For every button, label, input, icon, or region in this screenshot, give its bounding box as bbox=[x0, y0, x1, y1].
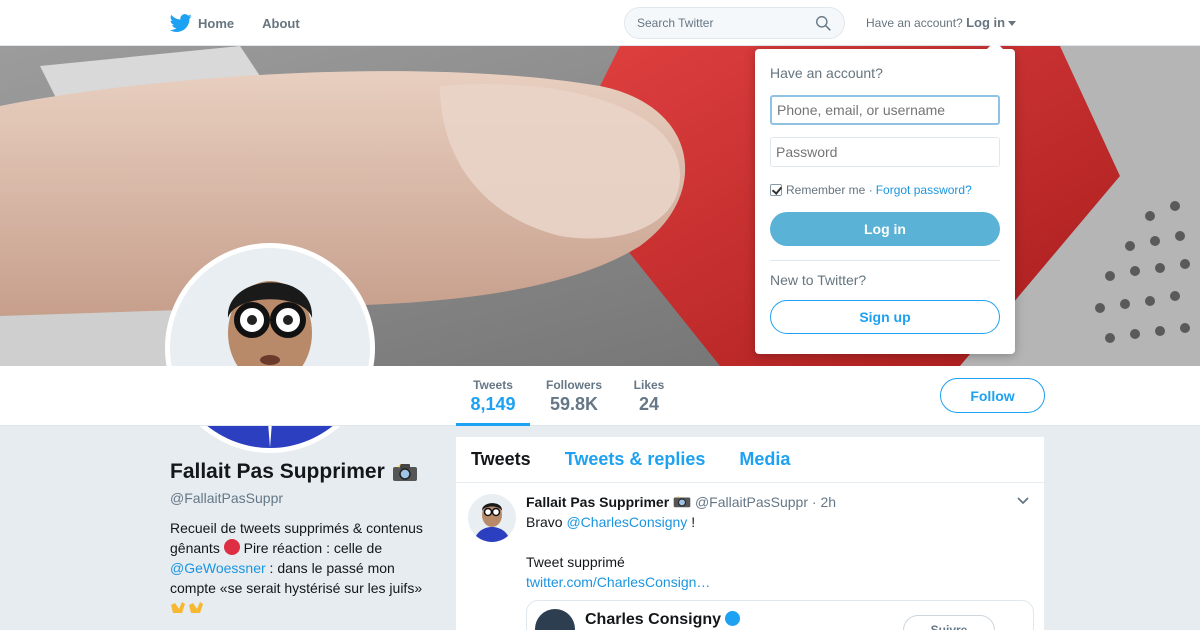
quoted-follow-button[interactable]: Suivre bbox=[903, 615, 995, 630]
search-input[interactable]: Search Twitter bbox=[624, 7, 845, 39]
stat-value: 24 bbox=[638, 394, 660, 414]
stat-value: 59.8K bbox=[549, 394, 599, 414]
home-label: Home bbox=[198, 15, 235, 31]
tweet-author-name[interactable]: Fallait Pas Supprimer bbox=[526, 494, 669, 510]
tweet-timestamp[interactable]: · 2h bbox=[812, 494, 836, 510]
tweet-body: Fallait Pas Supprimer @FallaitPasSuppr ·… bbox=[526, 492, 1026, 592]
tweet-mention[interactable]: @CharlesConsigny bbox=[566, 514, 687, 530]
bio-mention[interactable]: @GeWoessner bbox=[170, 560, 266, 576]
nav-left: Home About bbox=[170, 0, 328, 46]
new-to-twitter-label: New to Twitter? bbox=[770, 272, 867, 288]
profile-handle[interactable]: @FallaitPasSuppr bbox=[170, 490, 440, 506]
tweet-text-prefix: Bravo bbox=[526, 514, 563, 530]
remember-me-label[interactable]: Remember me bbox=[786, 183, 865, 197]
camera-flash-icon bbox=[673, 494, 691, 508]
separator-dot: · bbox=[868, 183, 873, 197]
verified-badge-icon bbox=[725, 611, 741, 626]
chevron-down-icon bbox=[1008, 21, 1017, 27]
tweet-text-line2: Tweet supprimé bbox=[526, 554, 625, 570]
stat-followers[interactable]: Followers 59.8K bbox=[540, 366, 608, 426]
tweet-text-line1: Bravo @CharlesConsigny ! bbox=[526, 512, 1026, 532]
stat-value: 8,149 bbox=[470, 394, 516, 414]
timeline: Tweets Tweets & replies Media Fallait Pa… bbox=[456, 437, 1044, 630]
tweet-avatar-image bbox=[468, 494, 516, 542]
quoted-author-avatar bbox=[535, 609, 575, 630]
profile-navigation: Tweets 8,149 Followers 59.8K Likes 24 Fo… bbox=[0, 366, 1200, 426]
twitter-bird-icon bbox=[170, 14, 192, 32]
tweet-author-avatar[interactable] bbox=[468, 494, 516, 542]
login-link[interactable]: Log in bbox=[966, 15, 1005, 30]
stat-tweets[interactable]: Tweets 8,149 bbox=[456, 366, 530, 426]
remember-me-checkbox[interactable] bbox=[770, 184, 782, 196]
quoted-tweet-card[interactable]: Charles Consigny Suivre bbox=[526, 600, 1034, 630]
red-circle-icon bbox=[223, 539, 240, 555]
top-navigation-bar: Home About Search Twitter Have an accoun… bbox=[0, 0, 1200, 46]
about-link[interactable]: About bbox=[262, 16, 300, 31]
clapping-hands-icon bbox=[171, 602, 185, 613]
quoted-author-name: Charles Consigny bbox=[585, 611, 722, 628]
password-field[interactable] bbox=[770, 137, 1000, 167]
username-field[interactable] bbox=[770, 95, 1000, 125]
tab-tweets[interactable]: Tweets bbox=[471, 449, 531, 470]
remember-row: Remember me · Forgot password? bbox=[770, 183, 972, 197]
profile-name: Fallait Pas Supprimer bbox=[170, 460, 385, 483]
stat-label: Followers bbox=[545, 378, 602, 392]
tweet-header: Fallait Pas Supprimer @FallaitPasSuppr ·… bbox=[526, 492, 1026, 512]
tweet-text-suffix: ! bbox=[691, 514, 696, 530]
dropdown-title: Have an account? bbox=[770, 65, 883, 81]
stat-label: Tweets bbox=[473, 378, 513, 392]
tab-media[interactable]: Media bbox=[739, 449, 790, 470]
tweet-author-handle[interactable]: @FallaitPasSuppr bbox=[695, 494, 808, 510]
tab-tweets-replies[interactable]: Tweets & replies bbox=[565, 449, 706, 470]
dropdown-divider bbox=[770, 260, 1000, 261]
stat-label: Likes bbox=[633, 378, 665, 392]
search-icon[interactable] bbox=[815, 15, 832, 32]
login-dropdown: Have an account? Remember me · Forgot pa… bbox=[755, 41, 1015, 354]
login-button[interactable]: Log in bbox=[770, 212, 1000, 246]
have-account-text: Have an account? bbox=[866, 16, 963, 30]
stat-likes[interactable]: Likes 24 bbox=[628, 366, 670, 426]
home-link[interactable]: Home bbox=[170, 12, 234, 34]
dropdown-arrow bbox=[987, 41, 1003, 49]
tweet-spacer bbox=[526, 532, 1026, 552]
profile-info: Fallait Pas Supprimer @FallaitPasSuppr R… bbox=[170, 460, 440, 618]
camera-flash-icon bbox=[392, 462, 417, 481]
quoted-author-row: Charles Consigny bbox=[585, 611, 741, 629]
profile-name-row: Fallait Pas Supprimer bbox=[170, 460, 440, 484]
signup-button[interactable]: Sign up bbox=[770, 300, 1000, 334]
chevron-down-icon[interactable] bbox=[1016, 494, 1030, 508]
clapping-hands-icon bbox=[189, 602, 203, 613]
profile-bio: Recueil de tweets supprimés & contenus g… bbox=[170, 518, 440, 618]
bio-text-2: Pire réaction : celle de bbox=[243, 540, 383, 556]
search-placeholder: Search Twitter bbox=[637, 16, 714, 30]
follow-button[interactable]: Follow bbox=[940, 378, 1045, 413]
forgot-password-link[interactable]: Forgot password? bbox=[876, 183, 972, 197]
tweet-link[interactable]: twitter.com/CharlesConsign… bbox=[526, 572, 1026, 592]
have-account-login[interactable]: Have an account? Log in bbox=[866, 15, 1017, 30]
timeline-tabs: Tweets Tweets & replies Media bbox=[456, 437, 1044, 483]
